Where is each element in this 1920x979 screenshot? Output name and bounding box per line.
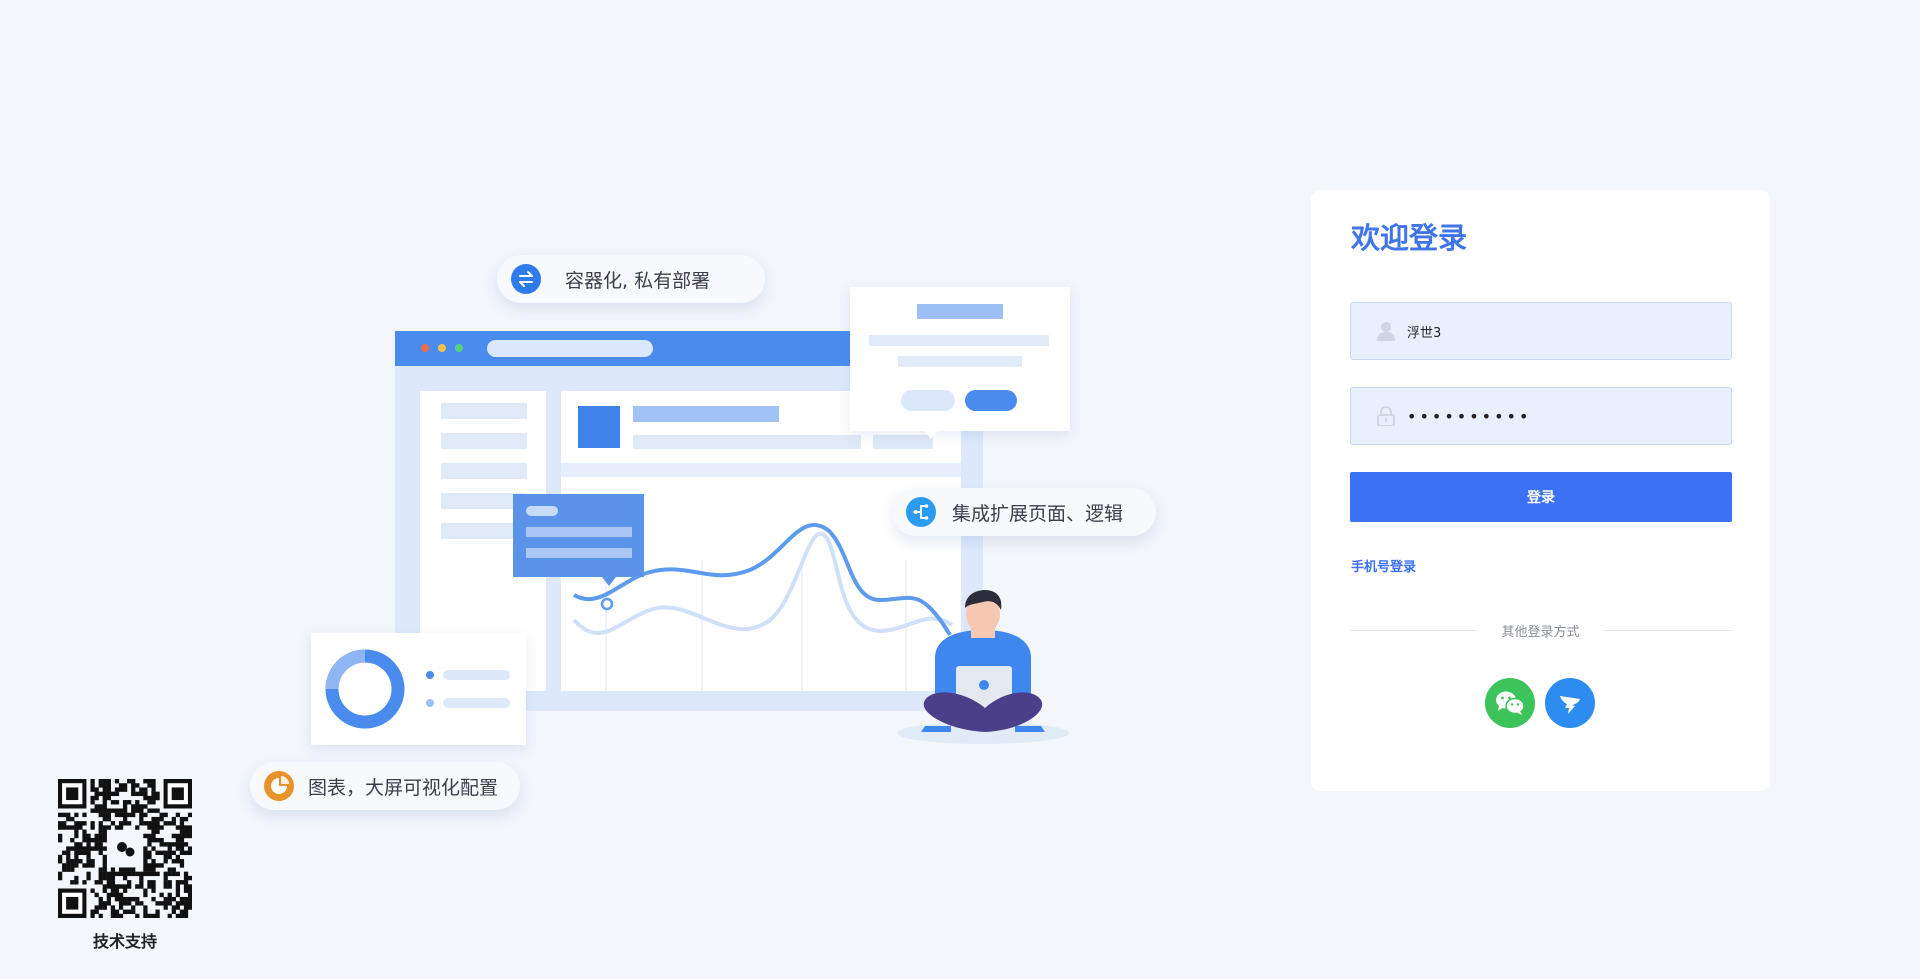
window-dot-yellow (438, 344, 446, 352)
password-field[interactable] (1350, 387, 1732, 445)
lock-icon (1375, 405, 1397, 427)
window-urlbar (487, 340, 653, 357)
dialog-card-illustration (850, 287, 1070, 439)
password-input[interactable] (1407, 406, 1707, 426)
window-dot-green (455, 344, 463, 352)
feature-charts-text: 图表，大屏可视化配置 (308, 776, 499, 799)
feature-extend-text: 集成扩展页面、逻辑 (952, 502, 1124, 525)
swap-arrows-icon (511, 264, 541, 294)
feature-pill-deploy: 容器化, 私有部署 (497, 255, 765, 303)
user-icon (1375, 320, 1397, 342)
qr-code-image (58, 779, 193, 919)
dingtalk-login-button[interactable] (1545, 678, 1595, 728)
pie-chart-icon (264, 771, 294, 801)
chart-tooltip-illustration (513, 494, 644, 586)
flow-branch-icon (906, 497, 936, 527)
username-field[interactable] (1350, 302, 1732, 360)
wechat-login-button[interactable] (1485, 678, 1535, 728)
donut-card-illustration (311, 633, 526, 745)
support-qr-code (58, 779, 193, 919)
phone-login-link[interactable]: 手机号登录 (1351, 556, 1416, 575)
login-title: 欢迎登录 (1351, 221, 1468, 255)
login-card: 欢迎登录 登录 手机号登录 其他登录方式 (1311, 190, 1770, 791)
feature-pill-charts: 图表，大屏可视化配置 (250, 762, 520, 810)
person-illustration (897, 590, 1069, 744)
feature-deploy-text: 容器化, 私有部署 (565, 269, 711, 292)
feature-pill-extend: 集成扩展页面、逻辑 (892, 488, 1156, 536)
support-caption: 技术支持 (92, 932, 157, 951)
window-dot-red (421, 344, 429, 352)
other-login-label: 其他登录方式 (1501, 625, 1580, 640)
username-input[interactable] (1407, 323, 1707, 339)
dingtalk-icon (1560, 696, 1580, 714)
login-button[interactable]: 登录 (1350, 472, 1732, 522)
wechat-icon (1496, 691, 1525, 715)
